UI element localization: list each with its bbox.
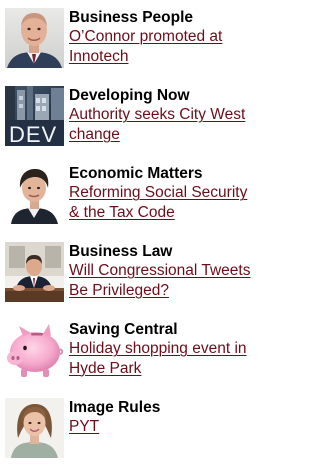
category-title: Image Rules bbox=[69, 399, 161, 416]
man-at-desk-photo-icon[interactable] bbox=[5, 242, 64, 302]
list-item-image-rules: Image Rules PYT bbox=[0, 398, 254, 468]
headline-link[interactable]: Holiday shopping event in Hyde Park bbox=[69, 339, 254, 378]
headline-link[interactable]: PYT bbox=[69, 417, 254, 437]
teaser-text: Economic Matters Reforming Social Securi… bbox=[69, 164, 254, 222]
category-title: Business Law bbox=[69, 243, 173, 260]
teaser-text: Business People O’Connor promoted at Inn… bbox=[69, 8, 254, 66]
headline-link[interactable]: O’Connor promoted at Innotech bbox=[69, 27, 254, 66]
category-title: Economic Matters bbox=[69, 165, 203, 182]
man-portrait-photo-icon[interactable] bbox=[5, 164, 64, 224]
list-item-saving-central: Saving Central Holiday shopping event in… bbox=[0, 320, 254, 390]
category-title: Developing Now bbox=[69, 87, 190, 104]
category-title: Saving Central bbox=[69, 321, 178, 338]
teaser-text: Business Law Will Congressional Tweets B… bbox=[69, 242, 254, 300]
building-sign-photo-icon[interactable]: DEV bbox=[5, 86, 64, 146]
woman-headshot-photo-icon[interactable] bbox=[5, 398, 64, 458]
teaser-text: Image Rules PYT bbox=[69, 398, 254, 437]
category-title: Business People bbox=[69, 9, 194, 26]
teaser-text: Developing Now Authority seeks City West… bbox=[69, 86, 254, 144]
headline-link[interactable]: Reforming Social Security & the Tax Code bbox=[69, 183, 254, 222]
list-item-business-people: Business People O’Connor promoted at Inn… bbox=[0, 8, 254, 78]
list-item-economic-matters: Economic Matters Reforming Social Securi… bbox=[0, 164, 254, 234]
piggy-bank-photo-icon[interactable] bbox=[5, 320, 64, 380]
teaser-text: Saving Central Holiday shopping event in… bbox=[69, 320, 254, 378]
list-item-business-law: Business Law Will Congressional Tweets B… bbox=[0, 242, 254, 312]
dev-sign-text: DEV bbox=[9, 122, 57, 146]
headline-link[interactable]: Authority seeks City West change bbox=[69, 105, 254, 144]
headline-link[interactable]: Will Congressional Tweets Be Privileged? bbox=[69, 261, 254, 300]
list-item-developing-now: DEV Developing Now Authority seeks City … bbox=[0, 86, 254, 156]
man-headshot-photo-icon[interactable] bbox=[5, 8, 64, 68]
